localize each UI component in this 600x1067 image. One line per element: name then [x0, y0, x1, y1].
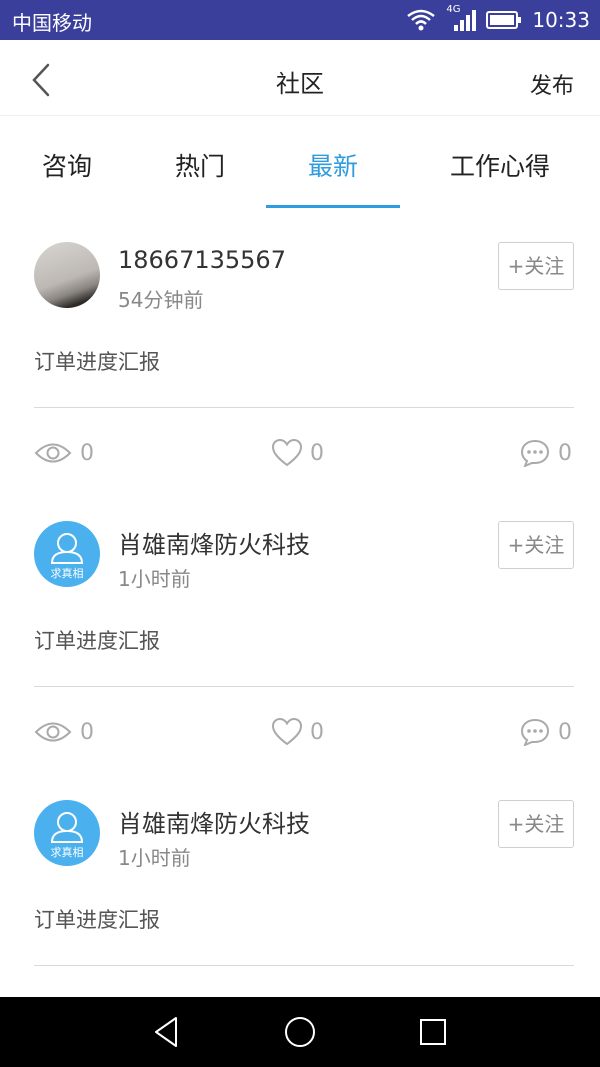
tab-label: 咨询: [41, 152, 92, 181]
comments-count: 0: [558, 719, 572, 745]
divider: [34, 965, 574, 966]
avatar-label: 求真相: [50, 846, 84, 859]
views-stat: 0: [34, 717, 94, 747]
heart-icon[interactable]: [272, 718, 302, 746]
tab-label: 热门: [174, 152, 225, 181]
tab-work-notes[interactable]: 工作心得: [432, 128, 568, 208]
views-count: 0: [80, 440, 94, 466]
views-count: 0: [80, 719, 94, 745]
likes-count: 0: [310, 440, 324, 466]
post-content[interactable]: 订单进度汇报: [34, 625, 160, 655]
divider: [34, 407, 574, 408]
signal-icon: 4G: [446, 4, 477, 33]
battery-icon: [486, 11, 522, 29]
avatar-label: 求真相: [50, 567, 84, 580]
clock: 10:33: [532, 8, 590, 32]
comment-icon[interactable]: [520, 718, 550, 746]
status-icons: 4G 10:33: [406, 4, 590, 34]
comments-count: 0: [558, 440, 572, 466]
avatar[interactable]: 求真相: [34, 800, 100, 866]
follow-button[interactable]: +关注: [498, 521, 574, 569]
system-navigation-bar: [0, 997, 600, 1067]
back-triangle-icon[interactable]: [150, 1015, 184, 1049]
tab-consult[interactable]: 咨询: [0, 128, 134, 208]
post-content[interactable]: 订单进度汇报: [34, 904, 160, 934]
comment-icon[interactable]: [520, 439, 550, 467]
eye-icon: [34, 722, 72, 742]
divider: [34, 686, 574, 687]
status-bar: 中国移动 4G 10:33: [0, 0, 600, 40]
user-name[interactable]: 肖雄南烽防火科技: [118, 804, 310, 839]
recent-apps-square-icon[interactable]: [416, 1015, 450, 1049]
navigation-bar: 社区 发布: [0, 40, 600, 116]
tab-label: 工作心得: [449, 152, 550, 181]
likes-stat[interactable]: 0: [272, 438, 324, 468]
page-title: 社区: [276, 70, 324, 98]
publish-button[interactable]: 发布: [530, 68, 574, 100]
heart-icon[interactable]: [272, 439, 302, 467]
follow-button[interactable]: +关注: [498, 800, 574, 848]
follow-button[interactable]: +关注: [498, 242, 574, 290]
avatar[interactable]: [34, 242, 100, 308]
post-time: 54分钟前: [118, 288, 204, 312]
post-time: 1小时前: [118, 567, 191, 591]
likes-stat[interactable]: 0: [272, 717, 324, 747]
avatar[interactable]: 求真相: [34, 521, 100, 587]
comments-stat[interactable]: 0: [520, 438, 572, 468]
wifi-icon: [407, 9, 436, 31]
user-name[interactable]: 肖雄南烽防火科技: [118, 525, 310, 560]
post-content[interactable]: 订单进度汇报: [34, 346, 160, 376]
views-stat: 0: [34, 438, 94, 468]
post-card[interactable]: 求真相 肖雄南烽防火科技 1小时前 +关注 订单进度汇报: [0, 766, 600, 1006]
post-time: 1小时前: [118, 846, 191, 870]
post-card[interactable]: 求真相 肖雄南烽防火科技 1小时前 +关注 订单进度汇报 0 0 0: [0, 487, 600, 766]
comments-stat[interactable]: 0: [520, 717, 572, 747]
eye-icon: [34, 443, 72, 463]
tab-latest[interactable]: 最新: [266, 128, 400, 208]
carrier-name: 中国移动: [12, 11, 92, 35]
user-name[interactable]: 18667135567: [118, 246, 286, 274]
home-circle-icon[interactable]: [283, 1015, 317, 1049]
post-card[interactable]: 18667135567 54分钟前 +关注 订单进度汇报 0 0 0: [0, 208, 600, 487]
tab-hot[interactable]: 热门: [133, 128, 267, 208]
likes-count: 0: [310, 719, 324, 745]
tab-label: 最新: [307, 152, 358, 181]
tab-bar: 咨询 热门 最新 工作心得: [0, 128, 600, 208]
